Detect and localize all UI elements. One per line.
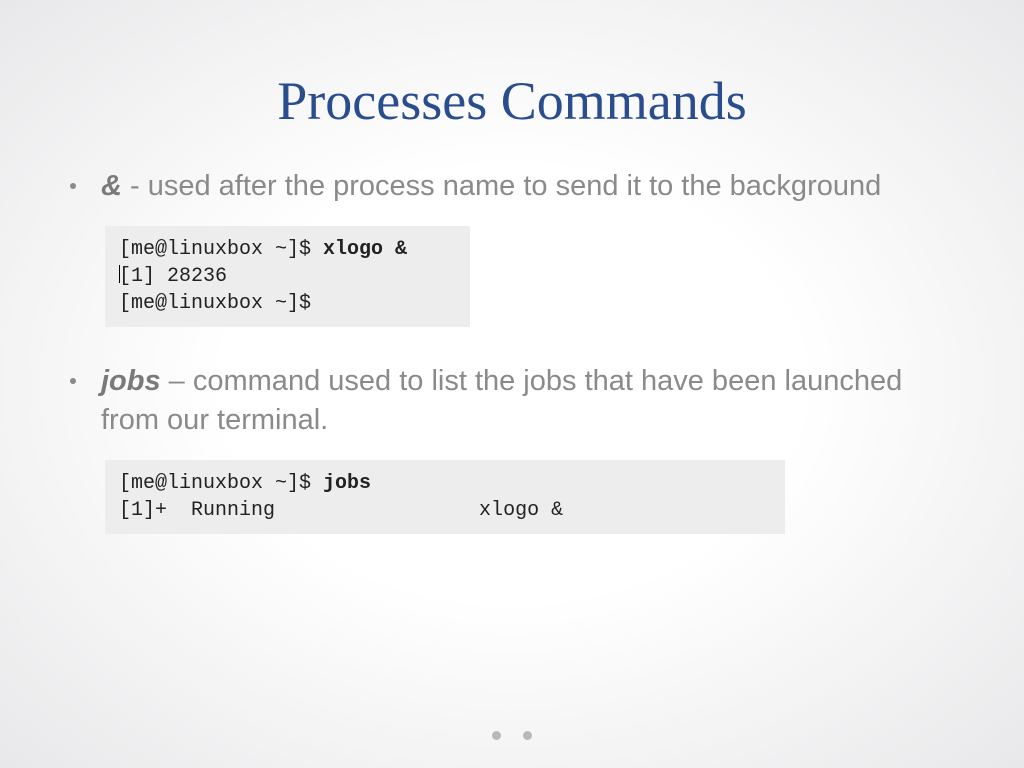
bullet-desc: - used after the process name to send it… [122, 170, 881, 202]
term-cmd: jobs [323, 472, 371, 495]
slide-title: Processes Commands [60, 70, 964, 132]
page-dot-icon[interactable] [523, 731, 532, 740]
term-prompt: [me@linuxbox ~]$ [119, 292, 311, 315]
page-dot-icon[interactable] [492, 731, 501, 740]
bullet-dot-icon [70, 378, 76, 384]
terminal-jobs: [me@linuxbox ~]$ jobs [1]+ Running xlogo… [105, 460, 785, 534]
bullet-ampersand: & - used after the process name to send … [60, 167, 964, 206]
slide: Processes Commands & - used after the pr… [0, 0, 1024, 768]
bullet-text: jobs – command used to list the jobs tha… [101, 362, 964, 440]
term-prompt: [me@linuxbox ~]$ [119, 238, 323, 261]
term-cmd: xlogo & [323, 238, 407, 261]
term-prompt: [me@linuxbox ~]$ [119, 472, 323, 495]
term-output: [1] 28236 [119, 265, 227, 288]
term-output: [1]+ Running xlogo & [119, 499, 563, 522]
terminal-xlogo: [me@linuxbox ~]$ xlogo & [1] 28236 [me@l… [105, 226, 470, 327]
bullet-cmd: jobs [101, 365, 161, 397]
bullet-text: & - used after the process name to send … [101, 167, 881, 206]
bullet-dot-icon [70, 183, 76, 189]
bullet-jobs: jobs – command used to list the jobs tha… [60, 362, 964, 440]
pagination-dots [0, 731, 1024, 740]
bullet-desc: – command used to list the jobs that hav… [101, 365, 902, 436]
bullet-cmd: & [101, 170, 122, 202]
